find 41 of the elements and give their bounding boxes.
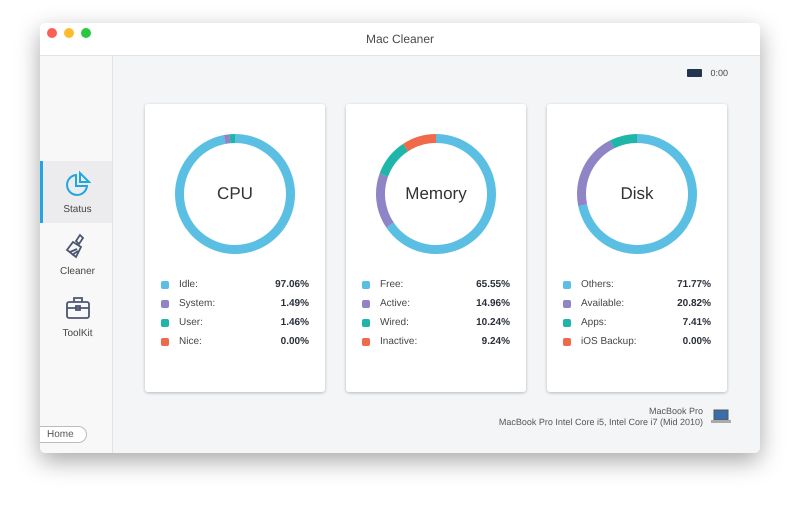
device-model: MacBook Pro Intel Core i5, Intel Core i7 (Mid 2010) xyxy=(498,417,703,427)
legend-label: Others: xyxy=(581,279,615,290)
legend-label: Wired: xyxy=(380,317,410,328)
legend-value: 9.24% xyxy=(482,336,510,347)
legend-value: 7.41% xyxy=(682,317,711,328)
device-name: MacBook Pro xyxy=(648,406,703,416)
close-icon[interactable] xyxy=(47,28,57,38)
legend-label: Available: xyxy=(581,298,626,309)
legend-label: Idle: xyxy=(179,279,199,290)
legend-label: Apps: xyxy=(581,317,608,328)
legend-value: 10.24% xyxy=(476,317,510,328)
zoom-icon[interactable] xyxy=(81,28,91,38)
chart-title: Disk xyxy=(620,184,654,204)
battery-icon xyxy=(687,69,702,77)
legend-value: 1.46% xyxy=(280,317,309,328)
legend-label: System: xyxy=(179,298,216,309)
legend-value: 71.77% xyxy=(677,279,711,290)
legend-value: 20.82% xyxy=(677,298,711,309)
legend-value: 65.55% xyxy=(476,279,510,290)
window-title: Mac Cleaner xyxy=(366,32,434,46)
legend-label: Nice: xyxy=(179,336,203,347)
sidebar-item[interactable]: Status xyxy=(40,161,112,223)
laptop-icon xyxy=(711,408,731,424)
legend-value: 0.00% xyxy=(682,336,711,347)
legend-value: 0.00% xyxy=(280,336,309,347)
legend-label: User: xyxy=(179,317,204,328)
legend-label: Inactive: xyxy=(380,336,418,347)
minimize-icon[interactable] xyxy=(64,28,74,38)
legend-value: 1.49% xyxy=(280,298,309,309)
legend-label: Active: xyxy=(380,298,412,309)
legend-value: 14.96% xyxy=(476,298,510,309)
home-button[interactable]: Home xyxy=(40,426,87,443)
sidebar-item[interactable]: Cleaner xyxy=(40,223,112,285)
legend-label: iOS Backup: xyxy=(581,336,638,347)
chart-title: CPU xyxy=(217,184,253,204)
pie-chart-icon xyxy=(64,170,92,198)
sidebar-item[interactable]: ToolKit xyxy=(40,285,112,347)
chart-title: Memory xyxy=(405,184,467,204)
legend-value: 97.06% xyxy=(275,279,309,290)
timer-text: 0:00 xyxy=(710,68,728,78)
legend-label: Free: xyxy=(380,279,404,290)
